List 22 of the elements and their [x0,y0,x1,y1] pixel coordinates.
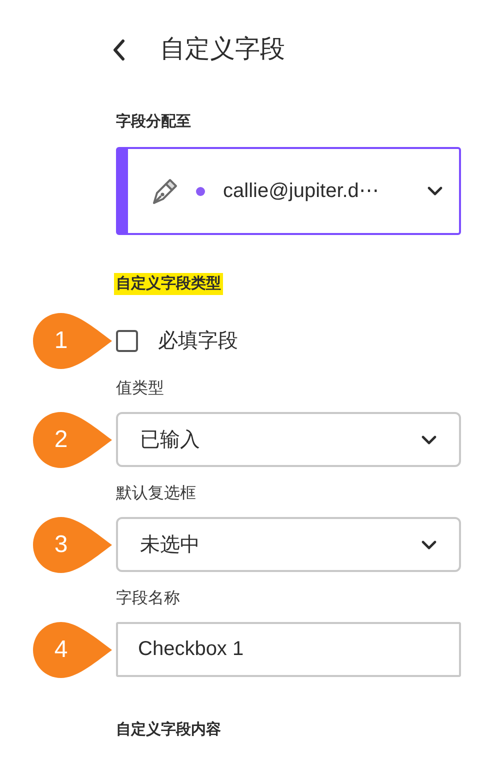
chevron-down-icon [427,186,443,196]
pen-nib-icon [150,176,180,206]
field-label: 字段名称 [116,588,181,609]
chevron-down-icon [421,540,437,550]
section-heading: 自定义字段类型 [114,273,223,295]
text-input-field[interactable]: Checkbox 1 [116,622,461,677]
assignee-dropdown[interactable]: callie@jupiter.d⋯ [116,147,461,235]
callout-marker: 1 [32,312,114,370]
field-label: 值类型 [116,378,165,399]
field-label: 默认复选框 [116,484,197,504]
dropdown[interactable]: 已输入 [116,412,461,467]
section-heading: 自定义字段内容 [116,720,222,740]
back-chevron-icon [112,39,126,61]
chevron-down-icon [421,434,437,444]
page-title: 自定义字段 [160,34,285,66]
checkbox[interactable] [116,330,138,352]
section-label: 字段分配至 [116,112,192,132]
callout-marker: 3 [32,516,114,574]
callout-marker: 2 [32,410,114,468]
dropdown[interactable]: 未选中 [116,517,461,572]
checkbox-label: 必填字段 [158,329,238,354]
callout-marker: 4 [32,620,114,678]
